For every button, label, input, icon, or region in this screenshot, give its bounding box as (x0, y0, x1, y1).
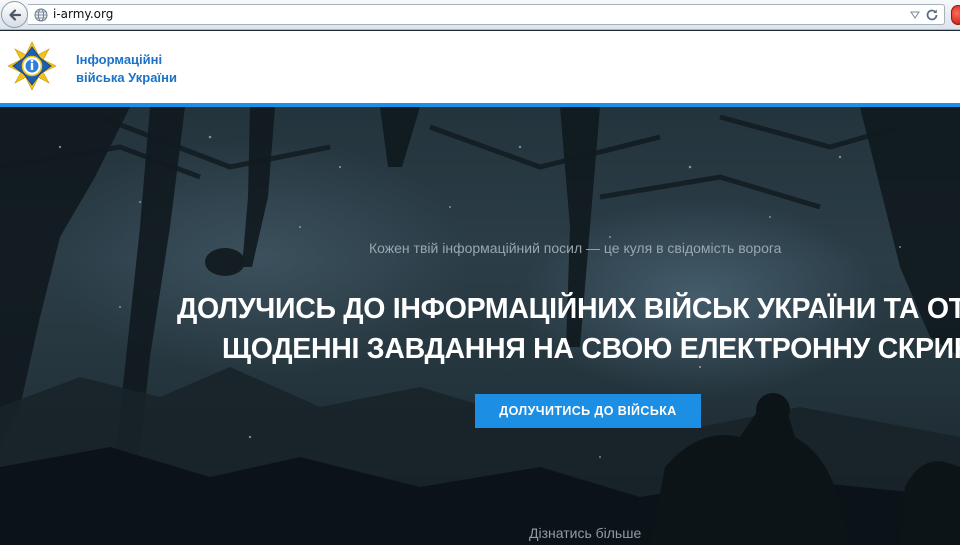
back-arrow-icon (8, 8, 21, 21)
hero-tagline: Кожен твій інформаційний посил — це куля… (369, 240, 782, 256)
site-logo-text[interactable]: Інформаційні війська України (76, 51, 177, 87)
site-header: Інформаційні війська України (0, 31, 960, 103)
reload-icon[interactable] (925, 8, 939, 22)
join-army-button[interactable]: ДОЛУЧИТИСЬ ДО ВІЙСЬКА (475, 394, 701, 428)
globe-icon (34, 8, 48, 22)
browser-toolbar: i-army.org (0, 0, 960, 30)
address-bar[interactable]: i-army.org (28, 4, 945, 25)
hero-title-line-2: ЩОДЕННІ ЗАВДАННЯ НА СВОЮ ЕЛЕКТРОННУ СКРИ… (222, 333, 960, 365)
army-emblem-icon[interactable] (7, 41, 57, 91)
hero-title: ДОЛУЧИСЬ ДО ІНФОРМАЦІЙНИХ ВІЙСЬК УКРАЇНИ… (177, 289, 960, 369)
dropdown-icon[interactable] (910, 11, 920, 19)
logo-line-2: війська України (76, 70, 177, 85)
back-button[interactable] (1, 1, 28, 28)
hero-section: Кожен твій інформаційний посил — це куля… (0, 107, 960, 545)
stop-icon[interactable] (951, 5, 960, 25)
url-text: i-army.org (53, 7, 114, 21)
hero-title-line-1: ДОЛУЧИСЬ ДО ІНФОРМАЦІЙНИХ ВІЙСЬК УКРАЇНИ… (177, 293, 960, 325)
logo-line-1: Інформаційні (76, 52, 163, 67)
learn-more-link[interactable]: Дізнатись більше (529, 525, 641, 541)
